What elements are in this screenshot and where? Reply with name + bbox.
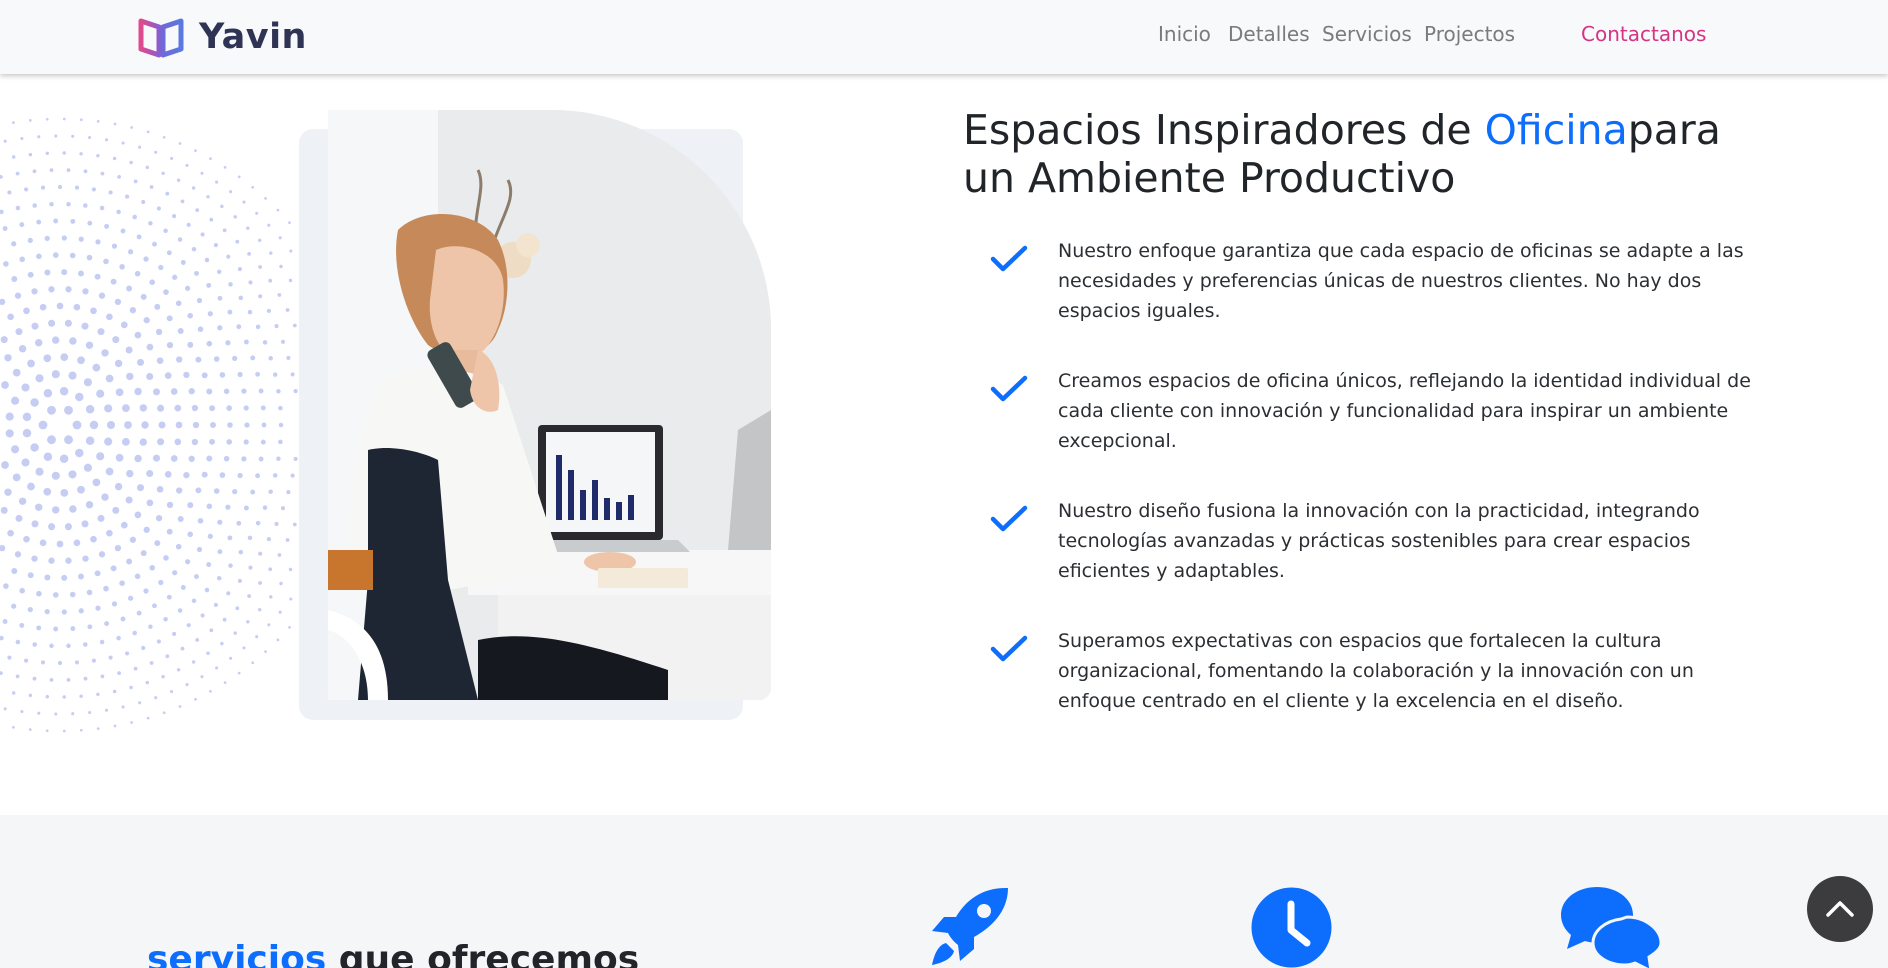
nav-link-projectos[interactable]: Projectos xyxy=(1424,22,1515,46)
checkmark-icon xyxy=(990,245,1028,272)
navbar: Yavin Inicio Detalles Servicios Projecto… xyxy=(0,0,1888,74)
chat-icon xyxy=(1561,887,1663,968)
main-nav: Inicio Detalles Servicios Projectos Cont… xyxy=(0,22,1888,52)
feature-text: Nuestro diseño fusiona la innovación con… xyxy=(1058,500,1700,582)
services-title: servicios que ofrecemos xyxy=(147,939,640,968)
feature-text: Creamos espacios de oficina únicos, refl… xyxy=(1058,370,1751,452)
nav-link-contactanos[interactable]: Contactanos xyxy=(1581,22,1706,46)
rocket-icon xyxy=(932,887,1008,965)
dot-pattern-decoration xyxy=(0,117,298,733)
checkmark-icon xyxy=(990,505,1028,532)
nav-link-inicio[interactable]: Inicio xyxy=(1158,22,1211,46)
scroll-to-top-button[interactable] xyxy=(1807,876,1873,942)
services-section: servicios que ofrecemos xyxy=(0,815,1888,968)
office-woman-photo xyxy=(328,110,771,700)
nav-link-detalles[interactable]: Detalles xyxy=(1228,22,1310,46)
about-heading: Espacios Inspiradores de Oficinapara un … xyxy=(963,106,1721,202)
heading-accent: Oficina xyxy=(1484,106,1628,154)
chevron-up-icon xyxy=(1826,901,1854,917)
nav-link-servicios[interactable]: Servicios xyxy=(1322,22,1412,46)
clock-icon xyxy=(1251,887,1332,968)
feature-text: Nuestro enfoque garantiza que cada espac… xyxy=(1058,240,1744,322)
checkmark-icon xyxy=(990,635,1028,662)
feature-text: Superamos expectativas con espacios que … xyxy=(1058,630,1694,712)
checkmark-icon xyxy=(990,375,1028,402)
